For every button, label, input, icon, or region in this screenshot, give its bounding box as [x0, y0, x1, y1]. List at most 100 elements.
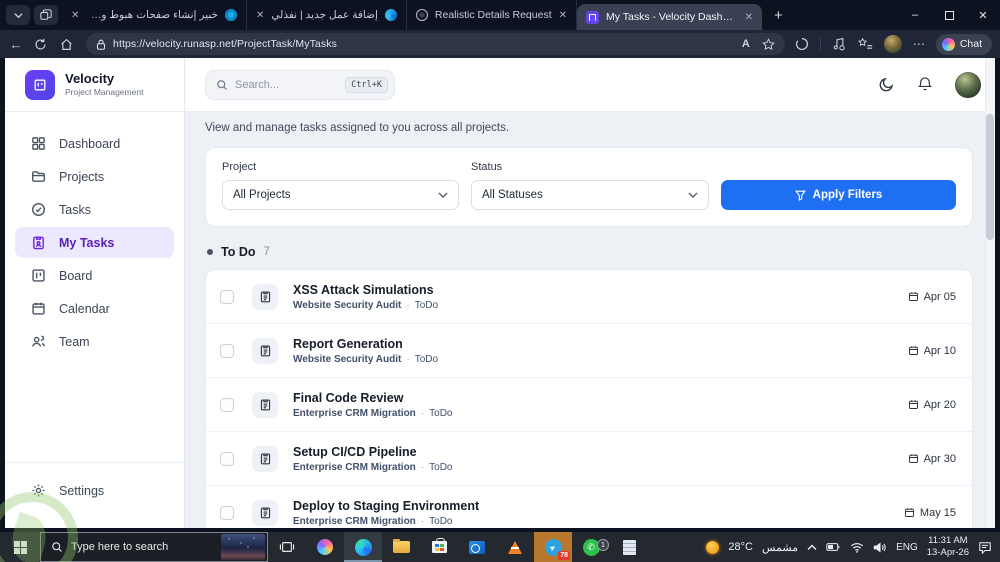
- task-checkbox[interactable]: [220, 451, 234, 466]
- battery-icon[interactable]: [826, 542, 841, 552]
- sidebar-item-board[interactable]: Board: [5, 260, 184, 291]
- dark-mode-toggle-moon-icon[interactable]: [878, 76, 895, 93]
- taskbar-vlc-button[interactable]: [496, 532, 534, 562]
- close-button[interactable]: ✕: [966, 0, 1000, 30]
- tab-favicon-blue-circle-icon: [225, 9, 237, 21]
- workspaces-button[interactable]: [34, 5, 58, 25]
- tray-clock[interactable]: 11:31 AM 13-Apr-26: [927, 535, 969, 559]
- maximize-button[interactable]: [932, 0, 966, 30]
- page-content: View and manage tasks assigned to you ac…: [185, 112, 995, 528]
- task-project: Enterprise CRM Migration: [293, 461, 416, 473]
- address-bar[interactable]: https://velocity.runasp.net/ProjectTask/…: [86, 33, 785, 55]
- read-aloud-button[interactable]: A: [742, 38, 750, 51]
- calendar-icon: [904, 508, 914, 517]
- back-button[interactable]: ←: [8, 37, 24, 52]
- task-row[interactable]: Final Code Review Enterprise CRM Migrati…: [206, 378, 972, 432]
- sidebar-item-my-tasks[interactable]: My Tasks: [15, 227, 174, 258]
- sidebar-item-tasks[interactable]: Tasks: [5, 194, 184, 225]
- tab-nafezly[interactable]: إضافة عمل جديد | نفذلي ✕: [247, 0, 407, 30]
- task-clipboard-icon: [252, 499, 278, 526]
- task-due-date: Apr 10: [923, 344, 956, 357]
- new-tab-button[interactable]: +: [762, 7, 795, 24]
- tab-close-icon[interactable]: ✕: [256, 10, 264, 21]
- settings-more-button[interactable]: ⋯: [913, 37, 925, 51]
- main-area: Search... Ctrl+K View and manage tasks a…: [185, 58, 995, 528]
- task-checkbox[interactable]: [220, 343, 234, 358]
- tab-realistic-details[interactable]: Realistic Details Request ✕: [407, 0, 577, 30]
- task-row[interactable]: Setup CI/CD Pipeline Enterprise CRM Migr…: [206, 432, 972, 486]
- taskbar-telegram-button[interactable]: ➤ 78: [534, 532, 572, 562]
- taskbar-outlook-button[interactable]: [458, 532, 496, 562]
- user-avatar[interactable]: [955, 71, 981, 98]
- task-row[interactable]: Report Generation Website Security Audit…: [206, 324, 972, 378]
- tab-close-icon[interactable]: ✕: [745, 12, 753, 23]
- taskbar-explorer-button[interactable]: [382, 532, 420, 562]
- project-filter-select[interactable]: All Projects: [222, 180, 459, 210]
- wifi-icon[interactable]: [850, 542, 864, 553]
- tray-weather-condition[interactable]: مشمس: [762, 541, 798, 554]
- task-checkbox[interactable]: [220, 397, 234, 412]
- taskbar-notepad-button[interactable]: [610, 532, 648, 562]
- task-row[interactable]: Deploy to Staging Environment Enterprise…: [206, 486, 972, 528]
- sidebar-item-team[interactable]: Team: [5, 326, 184, 357]
- taskbar-search-placeholder: Type here to search: [71, 541, 169, 553]
- task-checkbox[interactable]: [220, 289, 234, 304]
- taskbar-store-button[interactable]: [420, 532, 458, 562]
- taskbar-search-box[interactable]: Type here to search: [40, 532, 268, 562]
- action-center-icon[interactable]: [978, 541, 992, 554]
- scrollbar-thumb[interactable]: [986, 114, 994, 240]
- refresh-icon: [35, 38, 46, 50]
- tab-close-icon[interactable]: ✕: [559, 10, 567, 21]
- task-due-date: Apr 20: [923, 398, 956, 411]
- task-title: Report Generation: [293, 336, 403, 351]
- notifications-bell-icon[interactable]: [917, 76, 933, 93]
- search-icon: [217, 79, 227, 90]
- media-controls-icon[interactable]: [832, 37, 847, 51]
- taskbar-copilot-button[interactable]: [306, 532, 344, 562]
- hidden-icons-chevron-icon[interactable]: [807, 544, 817, 551]
- taskbar-whatsapp-button[interactable]: ✆ 1: [572, 532, 610, 562]
- favorite-star-icon[interactable]: [761, 37, 775, 51]
- desktop-screen: خبير إنشاء صفحات هبوط ومسارات بي ✕ إضافة…: [0, 0, 1000, 562]
- tab-search-button[interactable]: [6, 5, 30, 25]
- chevron-down-icon: [13, 12, 23, 18]
- tray-temperature[interactable]: 28°C: [728, 541, 753, 553]
- check-circle-icon: [31, 202, 46, 217]
- sidebar-item-dashboard[interactable]: Dashboard: [5, 128, 184, 159]
- page-scrollbar[interactable]: [985, 58, 995, 528]
- tray-language[interactable]: ENG: [896, 542, 918, 553]
- todo-section-header: To Do 7: [207, 245, 973, 259]
- apply-filters-button[interactable]: Apply Filters: [721, 180, 956, 210]
- volume-icon[interactable]: [873, 542, 887, 553]
- sidebar-item-projects[interactable]: Projects: [5, 161, 184, 192]
- global-search-input[interactable]: Search... Ctrl+K: [205, 69, 395, 100]
- tab-close-icon[interactable]: ✕: [71, 10, 79, 21]
- users-icon: [32, 335, 46, 347]
- copilot-chat-button[interactable]: Chat: [935, 33, 992, 55]
- sidebar-item-label: Tasks: [59, 202, 91, 217]
- browser-profile-avatar[interactable]: [883, 35, 902, 53]
- refresh-button[interactable]: [34, 38, 50, 51]
- sidebar-item-settings[interactable]: Settings: [5, 475, 184, 506]
- sidebar-item-calendar[interactable]: Calendar: [5, 293, 184, 324]
- home-button[interactable]: [60, 38, 76, 51]
- task-title: XSS Attack Simulations: [293, 282, 434, 297]
- search-highlight-image[interactable]: [221, 534, 265, 560]
- clipboard-user-icon: [33, 236, 44, 250]
- task-view-button[interactable]: [268, 532, 306, 562]
- tab-khabeer[interactable]: خبير إنشاء صفحات هبوط ومسارات بي ✕: [62, 0, 247, 30]
- calendar-icon: [908, 454, 918, 463]
- task-checkbox[interactable]: [220, 505, 234, 520]
- tab-title: My Tasks - Velocity Dashboard: [606, 11, 738, 23]
- weather-sun-icon[interactable]: [706, 540, 720, 554]
- taskbar-edge-button[interactable]: [344, 532, 382, 562]
- tab-my-tasks-active[interactable]: My Tasks - Velocity Dashboard ✕: [577, 4, 762, 30]
- status-filter-select[interactable]: All Statuses: [471, 180, 709, 210]
- browser-essentials-icon[interactable]: [795, 37, 809, 51]
- browser-toolbar: ← https://velocity.runasp.net/ProjectTas…: [0, 30, 1000, 58]
- favorites-hub-icon[interactable]: [857, 37, 873, 51]
- minimize-button[interactable]: –: [898, 0, 932, 30]
- start-button[interactable]: [0, 532, 40, 562]
- task-row[interactable]: XSS Attack Simulations Website Security …: [206, 270, 972, 324]
- calendar-icon: [908, 400, 918, 409]
